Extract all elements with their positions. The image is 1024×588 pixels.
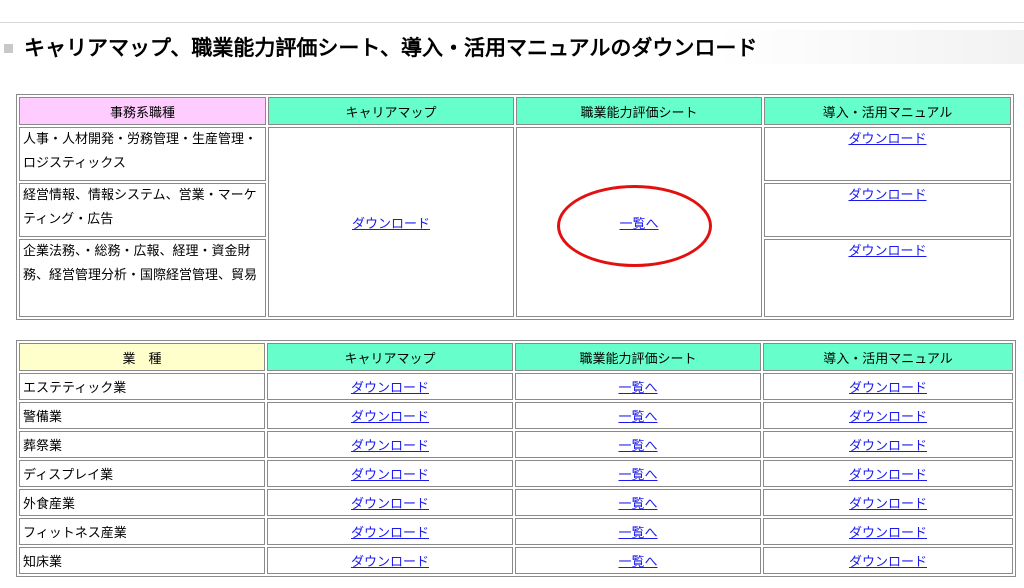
manual-cell: ダウンロード: [764, 127, 1011, 181]
manual-cell: ダウンロード: [764, 183, 1011, 237]
manual-cell: ダウンロード: [763, 373, 1013, 400]
industry-name-cell: 外食産業: [19, 489, 265, 516]
manual-cell: ダウンロード: [763, 489, 1013, 516]
career-map-cell: ダウンロード: [267, 373, 513, 400]
evaluation-sheet-header: 職業能力評価シート: [516, 97, 762, 125]
manual-cell: ダウンロード: [763, 431, 1013, 458]
evaluation-sheet-list-link[interactable]: 一覧へ: [618, 497, 657, 512]
industry-table: 業 種 キャリアマップ 職業能力評価シート 導入・活用マニュアル エステティック…: [16, 340, 1016, 577]
manual-download-link[interactable]: ダウンロード: [849, 381, 927, 396]
evaluation-sheet-cell: 一覧へ: [515, 489, 761, 516]
career-map-download-link[interactable]: ダウンロード: [351, 468, 429, 483]
career-map-download-link[interactable]: ダウンロード: [351, 410, 429, 425]
industry-name-cell: ディスプレイ業: [19, 460, 265, 487]
evaluation-sheet-list-link[interactable]: 一覧へ: [619, 217, 658, 232]
evaluation-sheet-header: 職業能力評価シート: [515, 343, 761, 371]
industry-name-cell: エステティック業: [19, 373, 265, 400]
square-bullet-icon: [4, 44, 13, 53]
job-category-cell: 人事・人材開発・労務管理・生産管理・ロジスティックス: [19, 127, 266, 181]
career-map-download-link[interactable]: ダウンロード: [351, 497, 429, 512]
job-category-cell: 企業法務、・総務・広報、経理・資金財務、経営管理分析・国際経営管理、貿易: [19, 239, 266, 317]
manual-download-link[interactable]: ダウンロード: [848, 188, 926, 203]
table-row: 葬祭業 ダウンロード 一覧へ ダウンロード: [19, 431, 1013, 458]
table-row: 警備業 ダウンロード 一覧へ ダウンロード: [19, 402, 1013, 429]
career-map-cell: ダウンロード: [267, 547, 513, 574]
manual-cell: ダウンロード: [763, 518, 1013, 545]
evaluation-sheet-list-link[interactable]: 一覧へ: [618, 439, 657, 454]
career-map-cell: ダウンロード: [267, 489, 513, 516]
evaluation-sheet-cell: 一覧へ: [515, 518, 761, 545]
industry-name-cell: 葬祭業: [19, 431, 265, 458]
industry-header: 業 種: [19, 343, 265, 371]
industry-name-cell: フィットネス産業: [19, 518, 265, 545]
evaluation-sheet-list-link[interactable]: 一覧へ: [618, 410, 657, 425]
top-divider: [0, 22, 1024, 23]
job-category-cell: 経営情報、情報システム、営業・マーケティング・広告: [19, 183, 266, 237]
career-map-cell: ダウンロード: [267, 460, 513, 487]
evaluation-sheet-cell: 一覧へ: [515, 373, 761, 400]
manual-cell: ダウンロード: [764, 239, 1011, 317]
table-row: フィットネス産業 ダウンロード 一覧へ ダウンロード: [19, 518, 1013, 545]
career-map-download-link[interactable]: ダウンロード: [351, 526, 429, 541]
industry-rows: エステティック業 ダウンロード 一覧へ ダウンロード 警備業 ダウンロード 一覧へ ダウンロー…: [19, 373, 1013, 574]
career-map-header: キャリアマップ: [268, 97, 514, 125]
career-map-download-link[interactable]: ダウンロード: [352, 217, 430, 232]
industry-name-cell: 警備業: [19, 402, 265, 429]
manual-download-link[interactable]: ダウンロード: [849, 468, 927, 483]
manual-download-link[interactable]: ダウンロード: [849, 439, 927, 454]
table-row: エステティック業 ダウンロード 一覧へ ダウンロード: [19, 373, 1013, 400]
evaluation-sheet-cell: 一覧へ: [516, 127, 762, 317]
manual-header: 導入・活用マニュアル: [763, 343, 1013, 371]
manual-download-link[interactable]: ダウンロード: [848, 132, 926, 147]
evaluation-sheet-cell: 一覧へ: [515, 547, 761, 574]
career-map-cell: ダウンロード: [267, 518, 513, 545]
office-jobs-header: 事務系職種: [19, 97, 266, 125]
evaluation-sheet-list-link[interactable]: 一覧へ: [618, 381, 657, 396]
manual-download-link[interactable]: ダウンロード: [849, 497, 927, 512]
evaluation-sheet-cell: 一覧へ: [515, 431, 761, 458]
table-row: ディスプレイ業 ダウンロード 一覧へ ダウンロード: [19, 460, 1013, 487]
evaluation-sheet-list-link[interactable]: 一覧へ: [618, 468, 657, 483]
manual-cell: ダウンロード: [763, 547, 1013, 574]
evaluation-sheet-list-link[interactable]: 一覧へ: [618, 526, 657, 541]
manual-cell: ダウンロード: [763, 460, 1013, 487]
industry-name-cell: 知床業: [19, 547, 265, 574]
career-map-header: キャリアマップ: [267, 343, 513, 371]
career-map-cell: ダウンロード: [268, 127, 514, 317]
evaluation-sheet-cell: 一覧へ: [515, 460, 761, 487]
career-map-download-link[interactable]: ダウンロード: [351, 555, 429, 570]
manual-download-link[interactable]: ダウンロード: [848, 244, 926, 259]
evaluation-sheet-list-link[interactable]: 一覧へ: [618, 555, 657, 570]
career-map-download-link[interactable]: ダウンロード: [351, 381, 429, 396]
manual-header: 導入・活用マニュアル: [764, 97, 1011, 125]
table-row: 知床業 ダウンロード 一覧へ ダウンロード: [19, 547, 1013, 574]
manual-download-link[interactable]: ダウンロード: [849, 526, 927, 541]
career-map-download-link[interactable]: ダウンロード: [351, 439, 429, 454]
manual-cell: ダウンロード: [763, 402, 1013, 429]
career-map-cell: ダウンロード: [267, 402, 513, 429]
manual-download-link[interactable]: ダウンロード: [849, 410, 927, 425]
career-map-cell: ダウンロード: [267, 431, 513, 458]
page-title: キャリアマップ、職業能力評価シート、導入・活用マニュアルのダウンロード: [24, 36, 758, 60]
office-jobs-table: 事務系職種 キャリアマップ 職業能力評価シート 導入・活用マニュアル 人事・人材…: [16, 94, 1014, 320]
manual-download-link[interactable]: ダウンロード: [849, 555, 927, 570]
table-row: 外食産業 ダウンロード 一覧へ ダウンロード: [19, 489, 1013, 516]
evaluation-sheet-cell: 一覧へ: [515, 402, 761, 429]
